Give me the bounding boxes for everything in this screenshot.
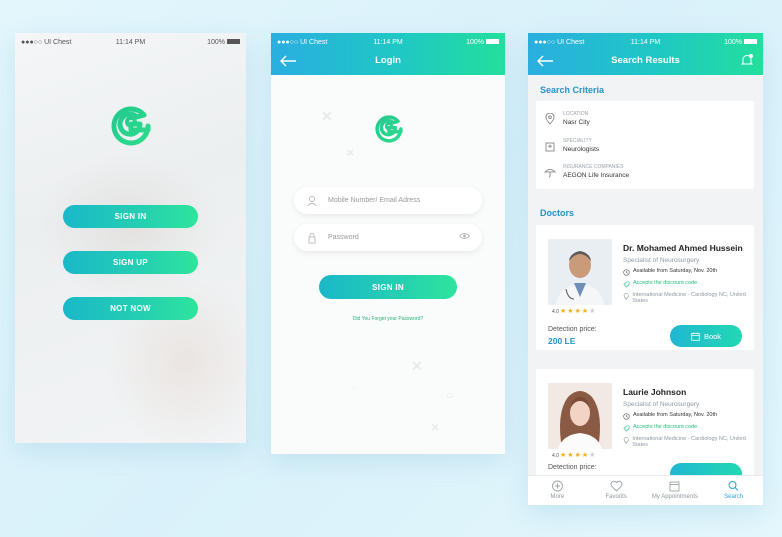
star-icon: ★ <box>581 308 589 315</box>
tab-more[interactable]: More <box>528 476 587 505</box>
bell-icon[interactable] <box>740 53 754 67</box>
criteria-value: Neurologists <box>563 146 600 153</box>
clock-icon <box>623 269 630 276</box>
password-placeholder: Password <box>328 234 359 241</box>
page-title: Login <box>375 55 401 66</box>
login-header: ●●●○○ UI Chest 11:14 PM 100% Login <box>271 33 505 75</box>
star-icon: ★ <box>589 308 596 315</box>
search-icon <box>728 481 739 491</box>
rating: 4.0 ★ ★ ★ ★ ★ <box>552 308 595 315</box>
tag-icon <box>623 425 630 432</box>
sign-in-button[interactable]: SIGN IN <box>319 275 457 299</box>
address: International Medicine - Cardiology NC, … <box>623 436 751 448</box>
star-icon: ★ <box>589 452 596 459</box>
doctor-name[interactable]: Dr. Mohamed Ahmed Hussein <box>623 243 743 253</box>
doctor-name[interactable]: Laurie Johnson <box>623 387 686 397</box>
criteria-speciality: SPECIALITY Neurologists <box>544 138 599 154</box>
not-now-button[interactable]: NOT NOW <box>63 297 198 320</box>
mobile-email-placeholder: Mobile Number/ Email Adress <box>328 197 421 204</box>
discount-note: Accepts the discount code <box>623 280 697 288</box>
rating-value: 4.0 <box>552 308 559 315</box>
calendar-icon <box>691 332 700 341</box>
criteria-value: AEGON Life Insurance <box>563 172 630 179</box>
price-label: Detection price: <box>548 326 597 333</box>
doctor-specialty: Specialist of Neurosurgery <box>623 257 700 264</box>
criteria-insurance: INSURANCE COMPANIES AEGON Life Insurance <box>544 164 629 180</box>
address: International Medicine - Cardiology NC, … <box>623 292 751 304</box>
tab-my-appointments[interactable]: My Appointments <box>646 476 705 505</box>
doctors-title: Doctors <box>540 208 575 218</box>
decor-cross: ✕ <box>346 148 355 159</box>
rating-value: 4.0 <box>552 452 559 459</box>
login-screen: ●●●○○ UI Chest 11:14 PM 100% Login ✕ ✕ ✕… <box>271 33 505 454</box>
star-icon: ★ <box>559 452 567 459</box>
plus-circle-icon <box>551 480 563 492</box>
criteria-value: Nasr City <box>563 119 590 126</box>
criteria-label: SPECIALITY <box>563 138 592 144</box>
star-icon: ★ <box>581 452 589 459</box>
status-bar: ●●●○○ UI Chest 11:14 PM 100% <box>528 33 763 51</box>
criteria-label: INSURANCE COMPANIES <box>563 164 624 170</box>
user-icon <box>307 195 317 206</box>
welcome-screen: ●●●○○ UI Chest 11:14 PM 100% SIGN IN SIG… <box>15 33 246 443</box>
sign-in-button[interactable]: SIGN IN <box>63 205 198 228</box>
status-bar: ●●●○○ UI Chest 11:14 PM 100% <box>271 33 505 51</box>
app-logo-icon <box>111 106 151 146</box>
eye-icon[interactable] <box>459 232 470 240</box>
price-value: 200 LE <box>548 336 576 346</box>
doctor-card[interactable]: 4.0 ★ ★ ★ ★ ★ Dr. Mohamed Ahmed Hussein Spec… <box>536 225 754 350</box>
status-bar: ●●●○○ UI Chest 11:14 PM 100% <box>15 33 246 51</box>
insurance-icon <box>544 169 556 178</box>
status-time: 11:14 PM <box>373 38 403 46</box>
mobile-email-field[interactable]: Mobile Number/ Email Adress <box>294 187 482 214</box>
decor-cross: ✕ <box>321 108 333 124</box>
search-criteria-title: Search Criteria <box>540 85 605 95</box>
bottom-tab-bar: More Favorits My Appointments Search <box>528 475 763 505</box>
decor-circle: ○ <box>351 383 356 392</box>
star-icon: ★ <box>574 308 581 315</box>
star-icon: ★ <box>559 308 567 315</box>
search-criteria-card: LOCATION Nasr City SPECIALITY Neurologis… <box>536 101 754 189</box>
search-results-screen: ●●●○○ UI Chest 11:14 PM 100% Search Resu… <box>528 33 763 505</box>
doctor-photo <box>548 239 612 305</box>
doctor-specialty: Specialist of Neurosurgery <box>623 401 700 408</box>
location-pin-icon <box>545 113 555 125</box>
star-icon: ★ <box>567 452 574 459</box>
app-logo-icon <box>375 115 403 143</box>
star-icon: ★ <box>567 308 574 315</box>
sign-up-button[interactable]: SIGN UP <box>63 251 198 274</box>
location-pin-icon <box>623 437 629 444</box>
heart-icon <box>610 480 623 492</box>
rating: 4.0 ★ ★ ★ ★ ★ <box>552 452 595 459</box>
book-button[interactable]: Book <box>670 325 742 347</box>
criteria-label: LOCATION <box>563 111 589 117</box>
tab-favorits[interactable]: Favorits <box>587 476 646 505</box>
calendar-icon <box>669 481 680 492</box>
search-header: ●●●○○ UI Chest 11:14 PM 100% Search Resu… <box>528 33 763 75</box>
page-title: Search Results <box>611 55 680 66</box>
password-field[interactable]: Password <box>294 224 482 251</box>
clock-icon <box>623 413 630 420</box>
price-label: Detection price: <box>548 464 597 471</box>
hospital-icon <box>545 142 555 152</box>
decor-circle: ○ <box>446 388 454 402</box>
forgot-password-link[interactable]: Did You Forget your Password? <box>271 316 505 322</box>
tab-search[interactable]: Search <box>704 476 763 505</box>
availability: Available from Saturday, Nov. 20th <box>623 268 717 276</box>
availability: Available from Saturday, Nov. 20th <box>623 412 717 420</box>
star-icon: ★ <box>574 452 581 459</box>
status-time: 11:14 PM <box>630 38 661 46</box>
discount-note: Accepts the discount code <box>623 424 697 432</box>
criteria-location: LOCATION Nasr City <box>544 111 590 127</box>
decor-cross: ✕ <box>411 358 423 374</box>
status-time: 11:14 PM <box>115 38 146 46</box>
lock-icon <box>308 232 316 243</box>
decor-cross: ✕ <box>431 423 440 434</box>
tag-icon <box>623 281 630 288</box>
location-pin-icon <box>623 293 629 300</box>
doctor-photo <box>548 383 612 449</box>
